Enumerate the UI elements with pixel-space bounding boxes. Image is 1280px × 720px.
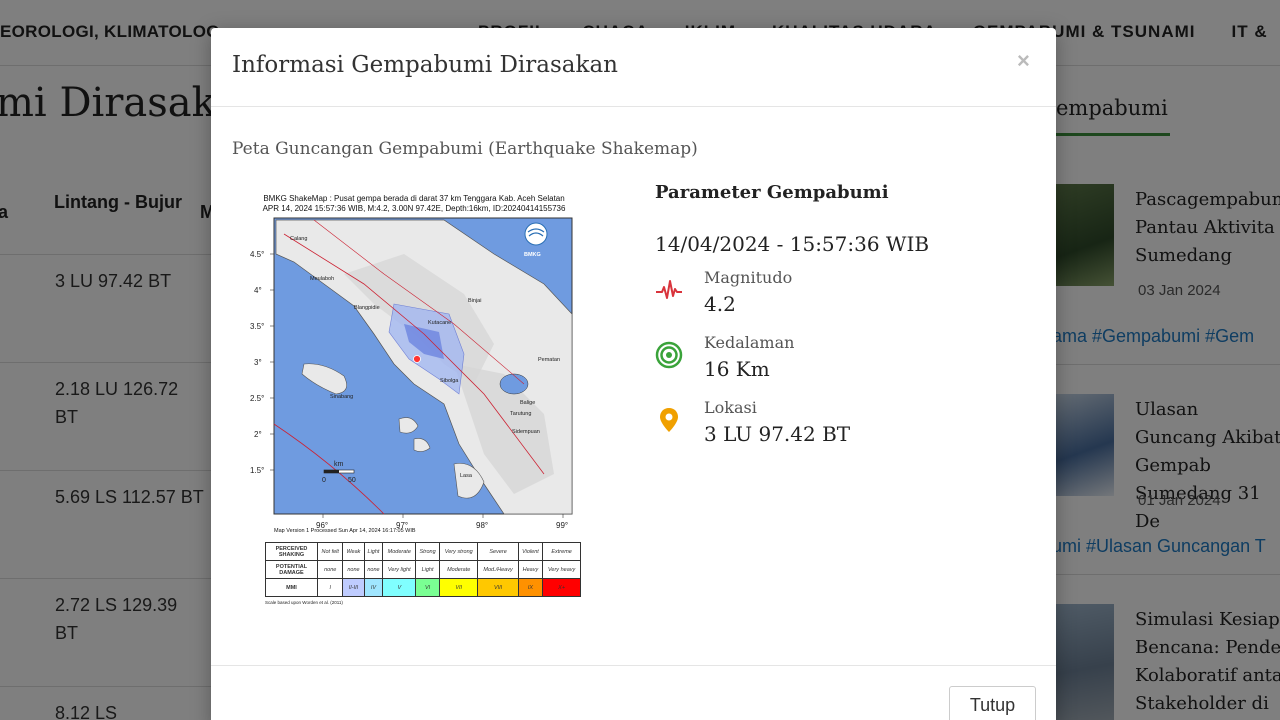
modal-footer: Tutup <box>211 665 1056 720</box>
mmi-cell: I <box>316 578 344 597</box>
parameters-title: Parameter Gempabumi <box>655 182 889 203</box>
seismograph-icon <box>656 280 682 299</box>
close-button[interactable]: Tutup <box>949 686 1036 720</box>
location-label: Lokasi <box>704 398 757 417</box>
legend-cell: Very strong <box>438 542 479 561</box>
legend-cell: Weak <box>342 542 365 561</box>
legend-cell: Mod./Heavy <box>477 560 519 579</box>
place-label: Sibolga <box>440 378 459 384</box>
mmi-cell: VI <box>415 578 440 597</box>
place-label: Lasa <box>460 473 473 479</box>
legend-cell: Strong <box>415 542 440 561</box>
bmkg-logo-text: BMKG <box>524 252 541 258</box>
shakemap-map: 4.5° 4° 3.5° 3° 2.5° 2° 1.5° 96° 97° 98°… <box>250 217 573 530</box>
place-label: Blangpidie <box>354 305 380 311</box>
legend-cell: Not felt <box>316 542 344 561</box>
legend-cell: Very light <box>382 560 417 579</box>
place-label: Pematan <box>538 357 560 363</box>
depth-value: 16 Km <box>704 357 770 381</box>
legend-cell: Severe <box>477 542 519 561</box>
shakemap-image: BMKG ShakeMap : Pusat gempa berada di da… <box>244 190 584 610</box>
mmi-cell: IV <box>363 578 384 597</box>
lat-tick-label: 4° <box>254 286 262 295</box>
place-label: Calang <box>290 236 307 242</box>
map-pin-icon <box>660 408 678 432</box>
legend-row-damage: POTENTIAL DAMAGE none none none Very lig… <box>265 560 581 579</box>
place-label: Binjai <box>468 298 481 304</box>
close-icon[interactable]: × <box>1017 48 1030 74</box>
lat-tick-label: 2.5° <box>250 394 264 403</box>
earthquake-info-modal: Informasi Gempabumi Dirasakan × Peta Gun… <box>211 28 1056 720</box>
mmi-cell: X+ <box>542 578 581 597</box>
scale-label: km <box>334 461 344 468</box>
legend-cell: none <box>316 560 344 579</box>
scale-tick-label: 0 <box>322 477 326 484</box>
param-magnitude: Magnitudo 4.2 <box>655 268 1035 324</box>
magnitude-value: 4.2 <box>704 292 736 316</box>
legend-row-mmi: MMI I II-III IV V VI VII VIII IX X+ <box>265 578 581 597</box>
lon-tick-label: 99° <box>556 521 568 530</box>
legend-row-shaking: PERCEIVED SHAKING Not felt Weak Light Mo… <box>265 542 581 561</box>
legend-cell: none <box>363 560 384 579</box>
mmi-cell: IX <box>517 578 544 597</box>
legend-cell: Moderate <box>438 560 479 579</box>
mmi-cell: II-III <box>342 578 365 597</box>
mmi-cell: V <box>382 578 417 597</box>
param-depth: Kedalaman 16 Km <box>655 333 1035 389</box>
modal-header: Informasi Gempabumi Dirasakan × <box>211 28 1056 107</box>
lat-tick-label: 2° <box>254 430 262 439</box>
place-label: Kutacane <box>428 320 451 326</box>
legend-cell: Moderate <box>382 542 417 561</box>
mmi-cell: VIII <box>477 578 519 597</box>
legend-header: PERCEIVED SHAKING <box>265 542 318 561</box>
depth-label: Kedalaman <box>704 333 795 352</box>
legend-note: Scale based upon Worden et al. (2011) <box>265 600 343 605</box>
place-label: Sinabang <box>330 394 353 400</box>
lat-tick-label: 3.5° <box>250 322 264 331</box>
place-label: Tarutung <box>510 411 531 417</box>
legend-header: MMI <box>265 578 318 597</box>
legend-cell: Very heavy <box>542 560 581 579</box>
mmi-legend: PERCEIVED SHAKING Not felt Weak Light Mo… <box>265 542 581 597</box>
param-location: Lokasi 3 LU 97.42 BT <box>655 398 1035 454</box>
place-label: Sidempuan <box>512 429 540 435</box>
lon-tick-label: 98° <box>476 521 488 530</box>
location-value: 3 LU 97.42 BT <box>704 422 851 446</box>
legend-cell: none <box>342 560 365 579</box>
legend-cell: Heavy <box>517 560 544 579</box>
magnitude-label: Magnitudo <box>704 268 793 287</box>
legend-cell: Violent <box>517 542 544 561</box>
mmi-cell: VII <box>438 578 479 597</box>
scale-tick-label: 50 <box>348 477 356 484</box>
legend-cell: Light <box>415 560 440 579</box>
modal-title: Informasi Gempabumi Dirasakan <box>232 52 618 78</box>
event-datetime: 14/04/2024 - 15:57:36 WIB <box>655 232 930 256</box>
place-label: Meulaboh <box>310 276 334 282</box>
legend-header: POTENTIAL DAMAGE <box>265 560 318 579</box>
shakemap-header-line2: APR 14, 2024 15:57:36 WIB, M:4.2, 3.00N … <box>262 204 566 213</box>
scale-bar-fill <box>324 470 339 473</box>
bmkg-logo-icon <box>524 222 548 246</box>
lat-tick-label: 1.5° <box>250 466 264 475</box>
shakemap-footer: Map Version 1 Processed Sun Apr 14, 2024… <box>274 528 416 534</box>
lat-tick-label: 4.5° <box>250 250 264 259</box>
epicenter-marker <box>413 355 421 363</box>
place-label: Balige <box>520 400 535 406</box>
shakemap-header: BMKG ShakeMap : Pusat gempa berada di da… <box>244 194 584 214</box>
legend-cell: Light <box>363 542 384 561</box>
shakemap-caption: Peta Guncangan Gempabumi (Earthquake Sha… <box>232 139 698 159</box>
depth-rings-icon <box>655 341 683 369</box>
legend-cell: Extreme <box>542 542 581 561</box>
shakemap-header-line1: BMKG ShakeMap : Pusat gempa berada di da… <box>263 194 565 203</box>
lat-tick-label: 3° <box>254 358 262 367</box>
